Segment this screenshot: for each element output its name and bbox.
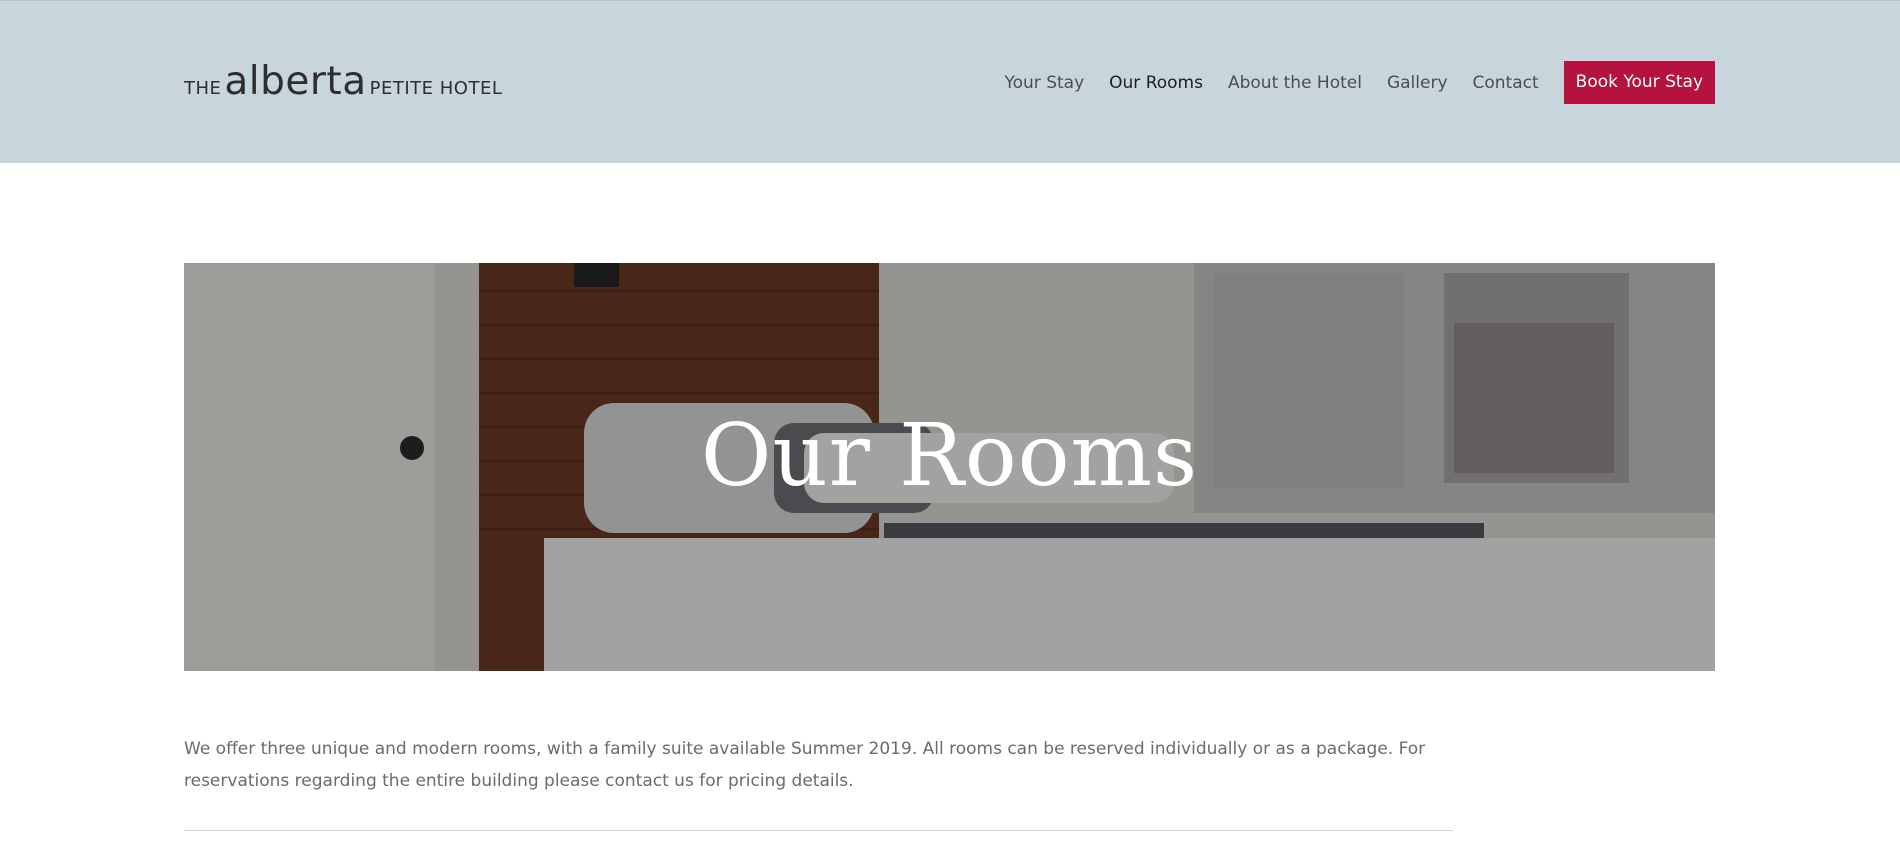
site-logo[interactable]: THEalberta PETITE HOTEL [184, 59, 502, 104]
book-your-stay-button[interactable]: Book Your Stay [1563, 61, 1715, 104]
main-nav: Your Stay Our Rooms About the Hotel Gall… [980, 61, 1715, 104]
logo-name: alberta [224, 59, 367, 104]
hero-title: Our Rooms [700, 406, 1199, 506]
nav-link-gallery[interactable]: Gallery [1387, 73, 1448, 93]
logo-suffix: PETITE HOTEL [369, 78, 503, 99]
nav-link-your-stay[interactable]: Your Stay [1005, 73, 1085, 93]
nav-link-about-the-hotel[interactable]: About the Hotel [1228, 73, 1362, 93]
nav-link-contact[interactable]: Contact [1473, 73, 1539, 93]
rooms-intro-text: We offer three unique and modern rooms, … [184, 739, 1426, 791]
nav-link-our-rooms[interactable]: Our Rooms [1109, 73, 1203, 93]
hero-banner: Our Rooms [184, 263, 1715, 671]
site-header: THEalberta PETITE HOTEL Your Stay Our Roo… [0, 0, 1900, 163]
logo-prefix: THE [184, 78, 222, 99]
section-divider [184, 830, 1453, 831]
